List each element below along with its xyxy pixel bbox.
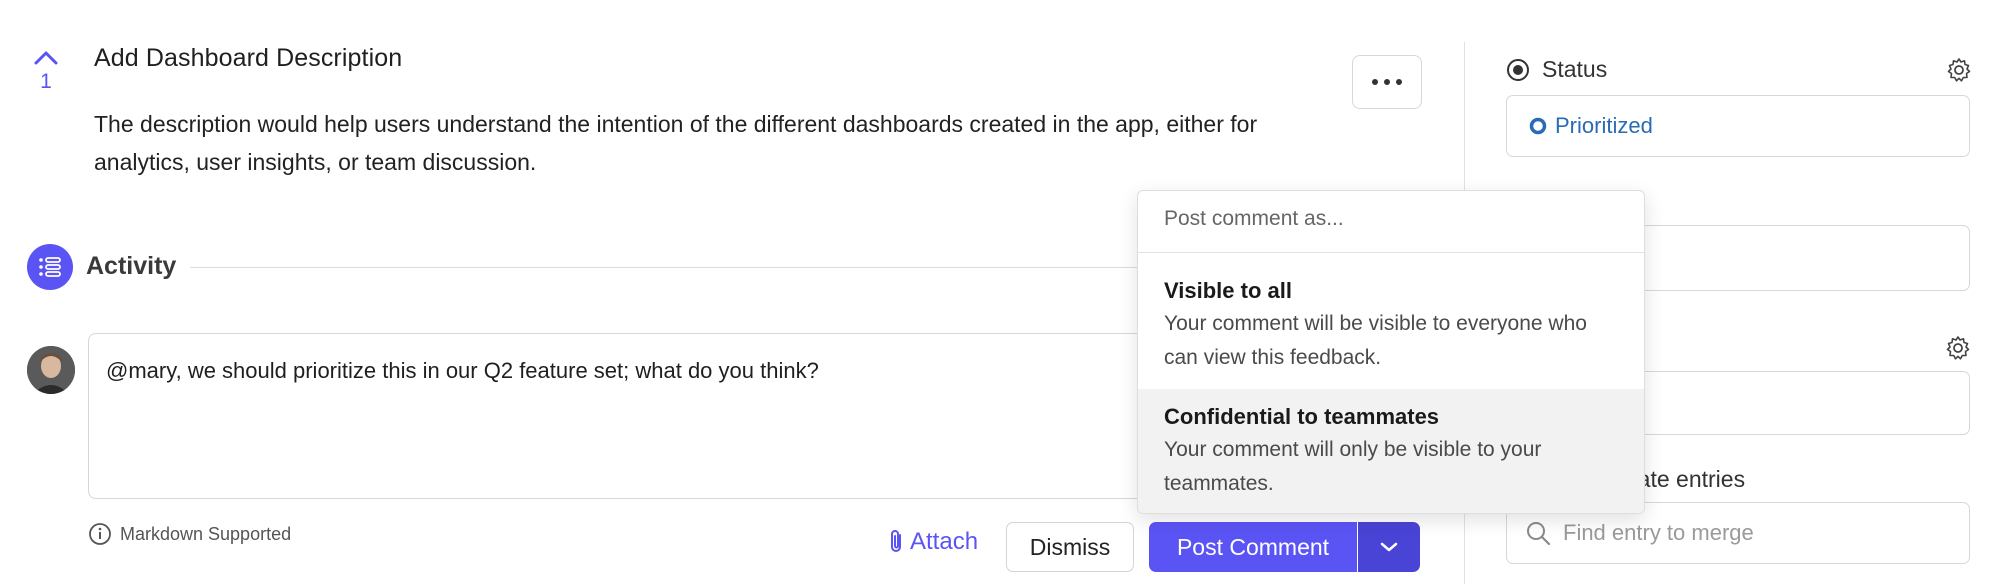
status-select[interactable]: Prioritized xyxy=(1506,95,1970,157)
menu-item-description: Your comment will only be visible to you… xyxy=(1164,438,1542,495)
status-radio-icon xyxy=(1507,58,1529,81)
status-section-header: Status xyxy=(1506,56,1972,83)
menu-item-visible-to-all[interactable]: Visible to all Your comment will be visi… xyxy=(1138,253,1644,389)
post-description: The description would help users underst… xyxy=(94,111,1258,175)
feedback-detail-page: 1 Add Dashboard Description The descript… xyxy=(0,0,2000,584)
post-options-toggle[interactable] xyxy=(1358,522,1420,572)
comment-input-text: @mary, we should prioritize this in our … xyxy=(106,358,819,383)
avatar xyxy=(27,346,75,394)
post-comment-button[interactable]: Post Comment xyxy=(1149,522,1357,572)
status-dot-icon xyxy=(1529,117,1547,135)
markdown-note-label: Markdown Supported xyxy=(120,523,292,544)
menu-item-description: Your comment will be visible to everyone… xyxy=(1164,312,1587,369)
menu-item-confidential[interactable]: Confidential to teammates Your comment w… xyxy=(1138,389,1644,513)
info-icon xyxy=(89,523,111,545)
activity-divider xyxy=(190,267,1230,268)
post-title: Add Dashboard Description xyxy=(94,44,403,72)
chevron-down-icon xyxy=(1380,542,1398,552)
post-as-menu-header: Post comment as... xyxy=(1138,191,1644,253)
more-options-button[interactable] xyxy=(1352,55,1422,109)
activity-heading: Activity xyxy=(86,252,177,280)
gear-icon[interactable] xyxy=(1946,57,1972,83)
paperclip-icon xyxy=(891,530,901,552)
gear-icon[interactable] xyxy=(1945,335,1971,366)
post-as-menu: Post comment as... Visible to all Your c… xyxy=(1137,190,1645,514)
attach-label: Attach xyxy=(910,528,979,555)
search-icon xyxy=(1527,522,1551,546)
merge-search-input[interactable] xyxy=(1561,519,1945,547)
upvote-button[interactable]: 1 xyxy=(28,50,64,94)
dismiss-button[interactable]: Dismiss xyxy=(1006,522,1134,572)
menu-item-title: Confidential to teammates xyxy=(1164,404,1440,429)
status-label: Status xyxy=(1542,56,1608,82)
ellipsis-icon xyxy=(1372,79,1378,85)
upvote-count: 1 xyxy=(40,70,52,93)
menu-item-title: Visible to all xyxy=(1164,278,1292,303)
chevron-up-icon xyxy=(34,51,58,65)
activity-list-icon xyxy=(27,244,73,290)
attach-button[interactable]: Attach xyxy=(886,528,978,556)
status-value: Prioritized xyxy=(1555,113,1653,138)
markdown-note: Markdown Supported xyxy=(88,522,291,546)
